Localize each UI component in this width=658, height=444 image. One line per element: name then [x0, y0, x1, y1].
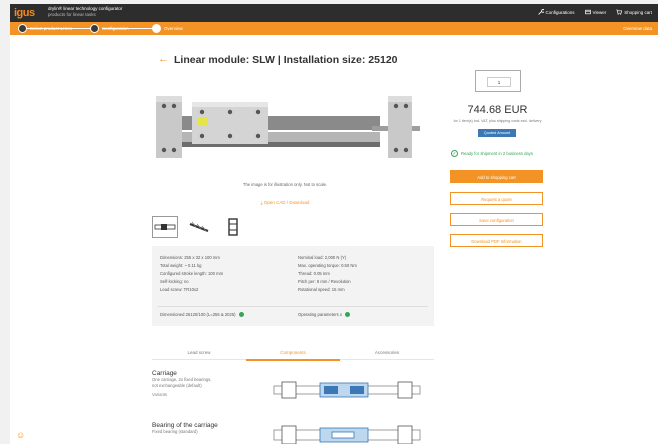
download-pdf-button[interactable]: Download PDF Information — [450, 234, 543, 247]
cad-download-link[interactable]: ⤓ Open CAD / Download — [150, 200, 420, 205]
availability-text: Ready for shipment in 2 business days — [461, 151, 533, 156]
operating-parameters[interactable]: Operating parameters x — [298, 312, 350, 317]
active-tab-indicator — [246, 359, 340, 361]
top-navigation: Configurations Viewer Shopping cart — [537, 9, 652, 15]
app-frame: igus drylin® linear technology configura… — [10, 4, 658, 444]
page-title: Linear module: SLW | Installation size: … — [174, 54, 398, 66]
top-bar: igus drylin® linear technology configura… — [10, 4, 658, 22]
nav-configurations[interactable]: Configurations — [537, 9, 575, 15]
option-description: not exchangeable (default) — [152, 383, 202, 388]
dimension-label: Dimensioned 25120/100 (L=255 & 2025) — [160, 312, 236, 317]
add-to-cart-button[interactable]: Add to shopping cart — [450, 170, 543, 183]
spec-row: Max. operating torque: 0.50 Nm — [298, 263, 357, 268]
divider — [158, 306, 428, 307]
step-select-series[interactable]: Select product series — [18, 24, 72, 33]
brand-subtitle: products for linear tasks — [48, 12, 96, 17]
lead-screw-icon — [189, 221, 209, 233]
specs-left-column: Dimensions: 255 x 32 x 100 mm Total weig… — [160, 254, 223, 294]
chat-icon[interactable]: ☺ — [16, 430, 26, 440]
back-arrow-icon[interactable]: ← — [158, 54, 169, 65]
request-quote-button[interactable]: Request a quote — [450, 192, 543, 205]
carriage-diagram — [273, 381, 421, 399]
wrench-icon — [537, 9, 544, 15]
option-carriage[interactable]: Carriage One carriage, 2x fixed bearings… — [152, 370, 211, 397]
spec-row: Self-locking: no — [160, 279, 189, 284]
step-label: Select product series — [30, 26, 73, 31]
status-ok-icon — [345, 312, 350, 317]
step-label: Overview — [164, 26, 183, 31]
carriage-icon — [228, 218, 238, 236]
cad-download-label: Open CAD / Download — [263, 200, 310, 205]
tab-accessories[interactable]: Accessories — [340, 350, 434, 355]
quantity-box: 1 — [475, 70, 521, 92]
option-description: Fixed bearing (standard) — [152, 429, 198, 434]
step-marker-active — [152, 24, 161, 33]
step-marker — [90, 24, 99, 33]
step-bar: Select product series Configuration Over… — [10, 22, 658, 35]
step-overview[interactable]: Overview — [152, 24, 183, 33]
thumbnail-carriage[interactable] — [220, 216, 246, 238]
nav-viewer[interactable]: Viewer — [584, 9, 607, 15]
dimension-info[interactable]: Dimensioned 25120/100 (L=255 & 2025) — [160, 312, 244, 317]
spec-row: Nominal load: 2,000 N (Y) — [298, 255, 347, 260]
nav-configurations-label: Configurations — [545, 9, 575, 15]
option-heading: Carriage — [152, 370, 177, 377]
spec-row: Thread: 0.05 mm — [298, 271, 330, 276]
check-icon: ✓ — [451, 150, 458, 157]
nav-shopping-cart-label: Shopping cart — [624, 9, 652, 15]
bearing-diagram — [273, 425, 421, 444]
brand-text: drylin® linear technology configurator p… — [48, 6, 122, 18]
price: 744.68 EUR — [467, 104, 528, 116]
igus-logo[interactable]: igus — [14, 7, 40, 19]
step-marker — [18, 24, 27, 33]
nav-viewer-label: Viewer — [592, 9, 607, 15]
specs-right-column: Nominal load: 2,000 N (Y) Max. operating… — [298, 254, 357, 294]
price-note: for 1 item(s) incl. VAT, plus shipping c… — [453, 119, 542, 123]
save-configuration-button[interactable]: Save configuration — [450, 213, 543, 226]
status-ok-icon — [238, 312, 244, 317]
spec-row: Pitch per: 8 mm / Revolution — [298, 279, 351, 284]
quantity-input[interactable]: 1 — [487, 77, 511, 87]
operating-parameters-label: Operating parameters x — [298, 312, 342, 317]
overview-data-link[interactable]: Overview data — [623, 26, 652, 31]
image-thumbnails — [152, 216, 246, 238]
tab-lead-screw[interactable]: Lead screw — [152, 350, 246, 355]
tab-components[interactable]: Components — [246, 350, 340, 355]
step-configuration[interactable]: Configuration — [90, 24, 129, 33]
linear-module-icon — [154, 224, 176, 230]
nav-shopping-cart[interactable]: Shopping cart — [616, 9, 652, 15]
availability-status: ✓ Ready for shipment in 2 business days — [451, 150, 533, 157]
spec-row: Rotational speed: 15 mm — [298, 287, 345, 292]
config-tabs: Lead screw Components Accessories — [152, 344, 434, 361]
thumbnail-module[interactable] — [152, 216, 178, 238]
cart-icon — [616, 9, 623, 15]
spec-row: Dimensions: 255 x 32 x 100 mm — [160, 255, 220, 260]
specifications-panel: Dimensions: 255 x 32 x 100 mm Total weig… — [152, 246, 434, 326]
option-bearing[interactable]: Bearing of the carriage Fixed bearing (s… — [152, 422, 218, 435]
quoted-amount-badge: Quoted Amount — [478, 129, 516, 137]
spec-row: Configured stroke length: 100 mm — [160, 271, 224, 276]
spec-row: Lead screw: TR10x2 — [160, 287, 199, 292]
option-heading: Bearing of the carriage — [152, 422, 218, 429]
image-caption: The image is for illustration only. Not … — [242, 182, 328, 187]
product-image — [156, 96, 420, 158]
thumbnail-drive[interactable] — [186, 216, 212, 238]
viewer-icon — [584, 9, 591, 15]
step-label: Configuration — [102, 26, 129, 31]
spec-row: Total weight: ~ 0.11 kg — [160, 263, 202, 268]
option-variants: Variants — [152, 392, 168, 397]
